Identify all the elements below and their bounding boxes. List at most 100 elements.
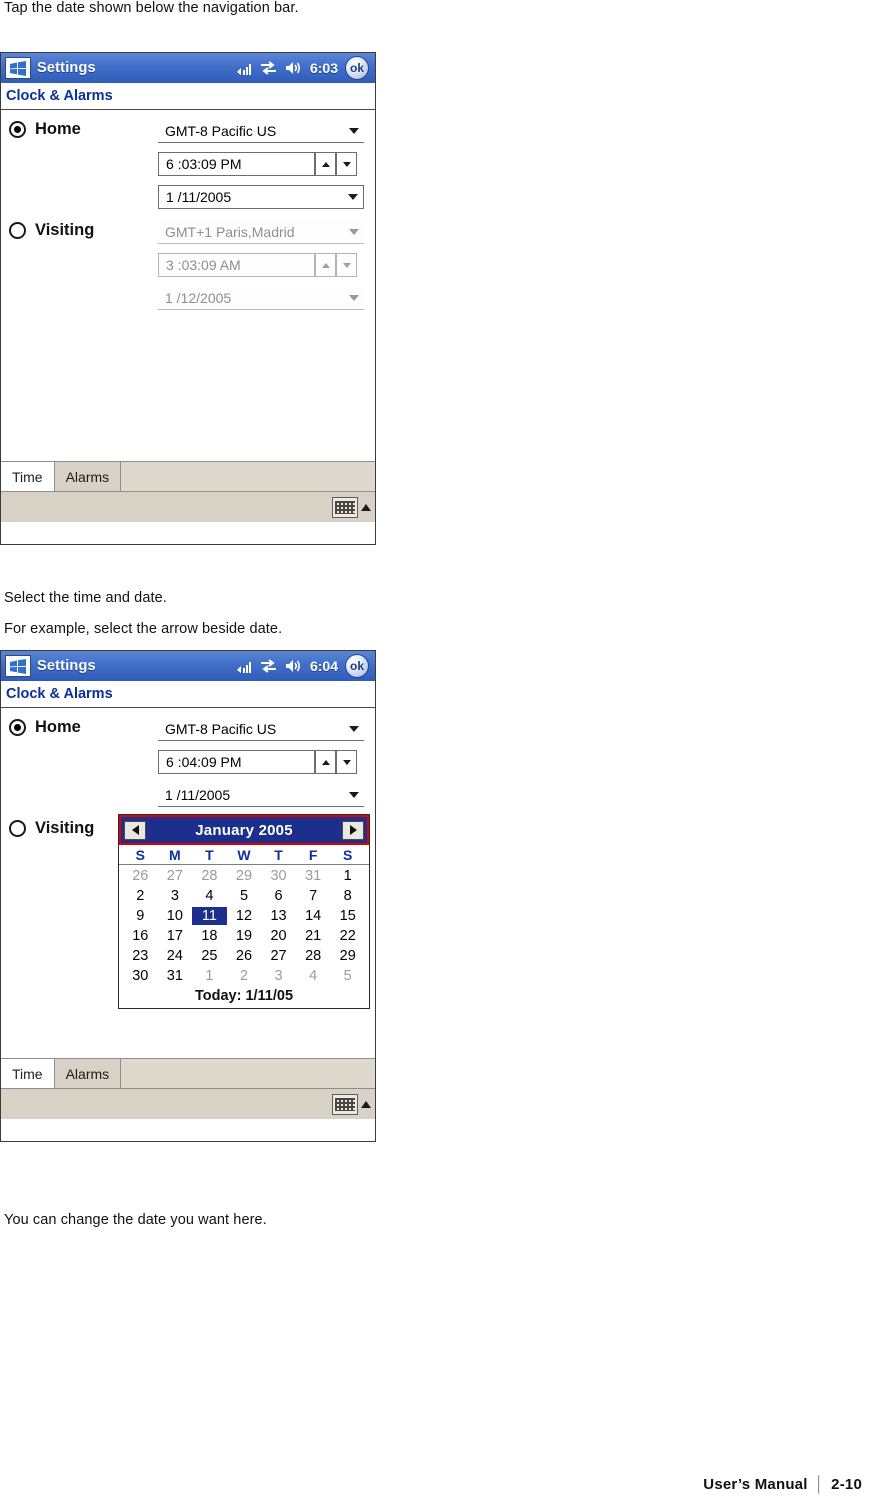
home-timezone-combo[interactable]: GMT-8 Pacific US (158, 119, 364, 143)
signal-bars-icon[interactable] (236, 60, 253, 76)
calendar-day[interactable]: 10 (158, 907, 193, 925)
keyboard-icon[interactable] (332, 496, 358, 518)
calendar-day[interactable]: 31 (158, 967, 193, 985)
calendar-day[interactable]: 29 (227, 867, 262, 885)
tab-time[interactable]: Time (1, 1059, 55, 1088)
calendar-day[interactable]: 5 (330, 967, 365, 985)
ok-button[interactable]: ok (345, 654, 369, 678)
calendar-day[interactable]: 21 (296, 927, 331, 945)
home-radio-row[interactable]: Home (9, 120, 81, 139)
calendar-day[interactable]: 16 (123, 927, 158, 945)
tab-alarms[interactable]: Alarms (54, 1059, 122, 1088)
title-bar-clock[interactable]: 6:04 (310, 658, 338, 674)
home-date-caret[interactable] (344, 791, 364, 798)
calendar-day[interactable]: 28 (296, 947, 331, 965)
home-time-spin-up[interactable] (315, 750, 336, 774)
calendar-day[interactable]: 6 (261, 887, 296, 905)
calendar-day[interactable]: 20 (261, 927, 296, 945)
home-date-combo[interactable]: 1 /11/2005 (158, 185, 364, 209)
next-month-button[interactable] (342, 820, 364, 840)
signal-bars-icon[interactable] (236, 658, 253, 674)
connectivity-icon[interactable] (260, 60, 277, 76)
home-timezone-caret[interactable] (344, 127, 364, 134)
home-time-spin-down[interactable] (336, 750, 357, 774)
caret-up-icon[interactable] (361, 1100, 371, 1108)
calendar-day[interactable]: 31 (296, 867, 331, 885)
visiting-timezone-combo[interactable]: GMT+1 Paris,Madrid (158, 220, 364, 244)
visiting-date-caret[interactable] (344, 294, 364, 301)
calendar-day[interactable]: 25 (192, 947, 227, 965)
calendar-day[interactable]: 8 (330, 887, 365, 905)
connectivity-icon[interactable] (260, 658, 277, 674)
calendar-day[interactable]: 24 (158, 947, 193, 965)
home-time-spin-down[interactable] (336, 152, 357, 176)
calendar-day-grid[interactable]: 26 27 28 29 30 31 1 2 3 4 5 6 7 8 9 10 11 12 13 14 15 16 17 18 1… (119, 865, 369, 985)
calendar-day[interactable]: 3 (261, 967, 296, 985)
calendar-day[interactable]: 29 (330, 947, 365, 965)
caret-up-icon[interactable] (361, 503, 371, 511)
calendar-day[interactable]: 15 (330, 907, 365, 925)
home-time-field[interactable]: 6 :04:09 PM (158, 750, 315, 774)
home-timezone-combo[interactable]: GMT-8 Pacific US (158, 717, 364, 741)
calendar-day[interactable]: 2 (227, 967, 262, 985)
calendar-day[interactable]: 11 (192, 907, 227, 925)
calendar-day[interactable]: 5 (227, 887, 262, 905)
calendar-day[interactable]: 18 (192, 927, 227, 945)
prev-month-button[interactable] (124, 820, 146, 840)
calendar-day[interactable]: 27 (158, 867, 193, 885)
visiting-date-combo[interactable]: 1 /12/2005 (158, 286, 364, 310)
visiting-time-spin-up[interactable] (315, 253, 336, 277)
calendar-day[interactable]: 28 (192, 867, 227, 885)
calendar-day[interactable]: 30 (123, 967, 158, 985)
calendar-weekday-header: S M T W T F S (119, 845, 369, 865)
weekday-label: S (343, 847, 353, 863)
ok-button[interactable]: ok (345, 56, 369, 80)
calendar-day[interactable]: 9 (123, 907, 158, 925)
start-button[interactable] (5, 655, 31, 677)
tab-time[interactable]: Time (1, 462, 55, 491)
visiting-time-field[interactable]: 3 :03:09 AM (158, 253, 315, 277)
calendar-day[interactable]: 17 (158, 927, 193, 945)
calendar-day[interactable]: 1 (192, 967, 227, 985)
tab-alarms[interactable]: Alarms (54, 462, 122, 491)
visiting-radio-row[interactable]: Visiting (9, 221, 94, 240)
home-radio-row[interactable]: Home (9, 718, 81, 737)
visiting-timezone-caret[interactable] (344, 228, 364, 235)
calendar-day[interactable]: 30 (261, 867, 296, 885)
speaker-icon[interactable] (284, 60, 303, 76)
home-date-combo[interactable]: 1 /11/2005 (158, 783, 364, 807)
calendar-day[interactable]: 1 (330, 867, 365, 885)
title-bar-clock[interactable]: 6:03 (310, 60, 338, 76)
home-time-spin-up[interactable] (315, 152, 336, 176)
calendar-day[interactable]: 7 (296, 887, 331, 905)
home-time-field[interactable]: 6 :03:09 PM (158, 152, 315, 176)
home-radio[interactable] (9, 719, 26, 736)
visiting-radio[interactable] (9, 222, 26, 239)
calendar-day[interactable]: 27 (261, 947, 296, 965)
home-date-caret[interactable] (343, 194, 363, 200)
calendar-day[interactable]: 22 (330, 927, 365, 945)
caret-down-icon (342, 262, 351, 268)
visiting-radio[interactable] (9, 820, 26, 837)
keyboard-icon[interactable] (332, 1093, 358, 1115)
calendar-day[interactable]: 3 (158, 887, 193, 905)
home-radio[interactable] (9, 121, 26, 138)
home-timezone-caret[interactable] (344, 725, 364, 732)
visiting-time-spin-down[interactable] (336, 253, 357, 277)
calendar-day[interactable]: 2 (123, 887, 158, 905)
speaker-icon[interactable] (284, 658, 303, 674)
start-button[interactable] (5, 57, 31, 79)
calendar-day[interactable]: 13 (261, 907, 296, 925)
calendar-today-label[interactable]: Today: 1/11/05 (119, 985, 369, 1008)
calendar-day[interactable]: 14 (296, 907, 331, 925)
calendar-day[interactable]: 26 (227, 947, 262, 965)
calendar-day[interactable]: 12 (227, 907, 262, 925)
calendar-day[interactable]: 26 (123, 867, 158, 885)
caret-up-icon (321, 262, 330, 268)
date-picker-popup[interactable]: January 2005 S M T W T F S 26 27 28 29 30 31 1… (118, 814, 370, 1009)
calendar-day[interactable]: 19 (227, 927, 262, 945)
calendar-day[interactable]: 4 (296, 967, 331, 985)
visiting-radio-row[interactable]: Visiting (9, 819, 94, 838)
calendar-day[interactable]: 4 (192, 887, 227, 905)
calendar-day[interactable]: 23 (123, 947, 158, 965)
